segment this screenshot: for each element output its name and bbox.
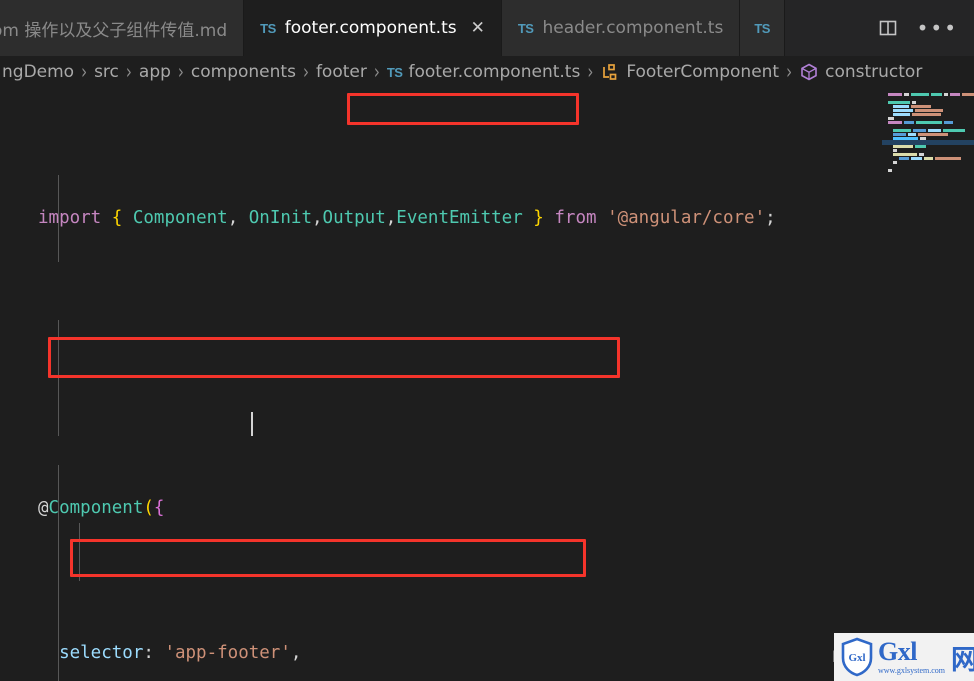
breadcrumb-item-src[interactable]: src bbox=[92, 62, 121, 82]
breadcrumb-label: footer.component.ts bbox=[408, 62, 581, 82]
class-icon bbox=[600, 62, 620, 82]
watermark-brand-text: Gxl www.gxlsystem.com bbox=[878, 639, 945, 675]
watermark-cn-char: 网 bbox=[951, 644, 974, 676]
editor-minimap[interactable] bbox=[882, 88, 974, 681]
minimap-current-line bbox=[882, 140, 974, 145]
breadcrumb-item-class[interactable]: FooterComponent bbox=[598, 62, 781, 82]
tab-label: om 操作以及父子组件传值.md bbox=[0, 20, 228, 41]
tab-label: header.component.ts bbox=[542, 18, 724, 38]
breadcrumb-label: src bbox=[94, 62, 119, 82]
typescript-icon: TS bbox=[754, 20, 770, 36]
breadcrumb-label: FooterComponent bbox=[626, 62, 780, 82]
tab-label: footer.component.ts bbox=[284, 18, 457, 38]
more-actions-icon[interactable]: ••• bbox=[917, 18, 958, 38]
tab-overflow-partial[interactable]: TS bbox=[740, 0, 785, 56]
breadcrumb-label: app bbox=[138, 62, 171, 82]
tab-header-component[interactable]: TS header.component.ts bbox=[501, 0, 741, 56]
breadcrumb-label: footer bbox=[315, 62, 367, 82]
breadcrumb-label: components bbox=[190, 62, 296, 82]
breadcrumb-item-footer[interactable]: footer bbox=[314, 62, 369, 82]
breadcrumb-label: ngDemo bbox=[2, 62, 75, 82]
breadcrumb-item-app[interactable]: app bbox=[137, 62, 173, 82]
watermark-brand: Gxl bbox=[878, 637, 917, 666]
code-line: @Component({ bbox=[38, 498, 165, 518]
close-icon[interactable]: ✕ bbox=[471, 19, 485, 37]
breadcrumb-separator: › bbox=[786, 59, 793, 85]
breadcrumb-item-file[interactable]: TS footer.component.ts bbox=[385, 62, 582, 82]
code-line: import { Component, OnInit,Output,EventE… bbox=[38, 208, 776, 228]
method-icon bbox=[799, 62, 819, 82]
typescript-icon: TS bbox=[517, 20, 534, 36]
breadcrumb-separator: › bbox=[177, 59, 184, 85]
watermark-site: www.gxlsystem.com bbox=[878, 666, 946, 675]
tab-bar-actions: ••• bbox=[860, 0, 974, 56]
breadcrumb-separator: › bbox=[587, 59, 594, 85]
breadcrumb-item-constructor[interactable]: constructor bbox=[797, 62, 924, 82]
breadcrumb-item-components[interactable]: components bbox=[189, 62, 298, 82]
breadcrumb-separator: › bbox=[373, 59, 380, 85]
text-caret bbox=[251, 412, 253, 436]
editor-tab-bar: om 操作以及父子组件传值.md TS footer.component.ts … bbox=[0, 0, 974, 56]
split-editor-icon[interactable] bbox=[877, 17, 899, 39]
vscode-window: om 操作以及父子组件传值.md TS footer.component.ts … bbox=[0, 0, 974, 681]
breadcrumb-separator: › bbox=[302, 59, 309, 85]
tab-footer-component[interactable]: TS footer.component.ts ✕ bbox=[244, 0, 502, 56]
breadcrumb-label: constructor bbox=[825, 62, 923, 82]
tab-markdown-file[interactable]: om 操作以及父子组件传值.md bbox=[0, 0, 245, 56]
svg-text:Gxl: Gxl bbox=[848, 652, 865, 664]
code-lines: import { Component, OnInit,Output,EventE… bbox=[0, 88, 776, 681]
breadcrumb-separator: › bbox=[81, 59, 88, 85]
code-editor[interactable]: import { Component, OnInit,Output,EventE… bbox=[0, 88, 974, 681]
watermark-logo: Gxl Gxl www.gxlsystem.com 网 bbox=[834, 633, 974, 681]
code-line: selector: 'app-footer', bbox=[38, 643, 302, 663]
shield-icon: Gxl bbox=[840, 637, 874, 677]
typescript-icon: TS bbox=[260, 20, 276, 36]
breadcrumb-item-ngdemo[interactable]: ngDemo bbox=[0, 62, 76, 82]
breadcrumb-separator: › bbox=[125, 59, 132, 85]
breadcrumb: ngDemo › src › app › components › footer… bbox=[0, 56, 974, 88]
typescript-icon: TS bbox=[386, 64, 403, 80]
